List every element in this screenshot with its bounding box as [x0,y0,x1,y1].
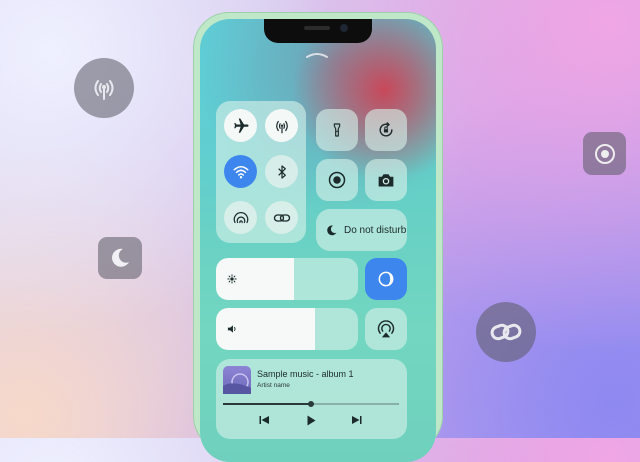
control-center-screen: Do not disturb Sample music - album 1 Ar… [200,19,436,462]
moon-icon [327,225,337,235]
brightness-slider[interactable] [216,258,358,300]
previous-icon [259,416,269,424]
screen-record-button[interactable] [316,159,358,201]
notch [264,19,372,43]
rotation-lock-button[interactable] [365,109,407,151]
wifi-icon [233,165,248,178]
wifi-button[interactable] [224,155,257,188]
airdrop-icon [233,211,248,223]
track-title: Sample music - album 1 [257,369,354,379]
camera-icon [378,174,394,187]
airdrop-button[interactable] [224,201,257,234]
playback-scrubber[interactable] [308,401,314,407]
link-icon [273,213,290,222]
previous-track-button[interactable] [256,412,272,428]
flashlight-button[interactable] [316,109,358,151]
moon-icon [98,237,142,279]
music-player: Sample music - album 1 Artist name [216,359,407,439]
airplay-button[interactable] [365,308,407,350]
antenna-icon [74,58,134,118]
flashlight-icon [333,123,341,137]
camera-button[interactable] [365,159,407,201]
bluetooth-icon [277,164,286,179]
record-icon [328,171,346,189]
album-art[interactable] [223,366,251,394]
speaker-grille [304,26,330,30]
airplane-icon [233,118,248,133]
do-not-disturb-toggle[interactable]: Do not disturb [316,209,407,251]
night-shift-icon [378,271,394,287]
album-art-graphic [223,373,251,394]
front-camera [340,24,348,32]
next-track-button[interactable] [348,412,364,428]
link-icon [476,302,536,362]
track-artist: Artist name [257,382,290,389]
speaker-icon [227,325,236,333]
rotation-lock-icon [379,121,393,137]
next-icon [351,416,361,424]
do-not-disturb-label: Do not disturb [344,224,407,236]
airplane-mode-button[interactable] [224,109,257,142]
cellular-data-button[interactable] [265,109,298,142]
volume-slider[interactable] [216,308,358,350]
phone-frame: Do not disturb Sample music - album 1 Ar… [193,12,443,462]
target-icon [583,132,626,175]
personal-hotspot-button[interactable] [265,201,298,234]
night-shift-button[interactable] [365,258,407,300]
connectivity-tile [216,101,306,243]
play-button[interactable] [303,412,319,428]
sun-icon [227,274,237,284]
airplay-icon [377,320,395,338]
dismiss-handle[interactable] [306,52,328,58]
play-icon [307,415,316,425]
bluetooth-button[interactable] [265,155,298,188]
cellular-antenna-icon [275,120,288,133]
playback-progress[interactable] [223,401,399,407]
playback-progress-fill [223,403,311,405]
